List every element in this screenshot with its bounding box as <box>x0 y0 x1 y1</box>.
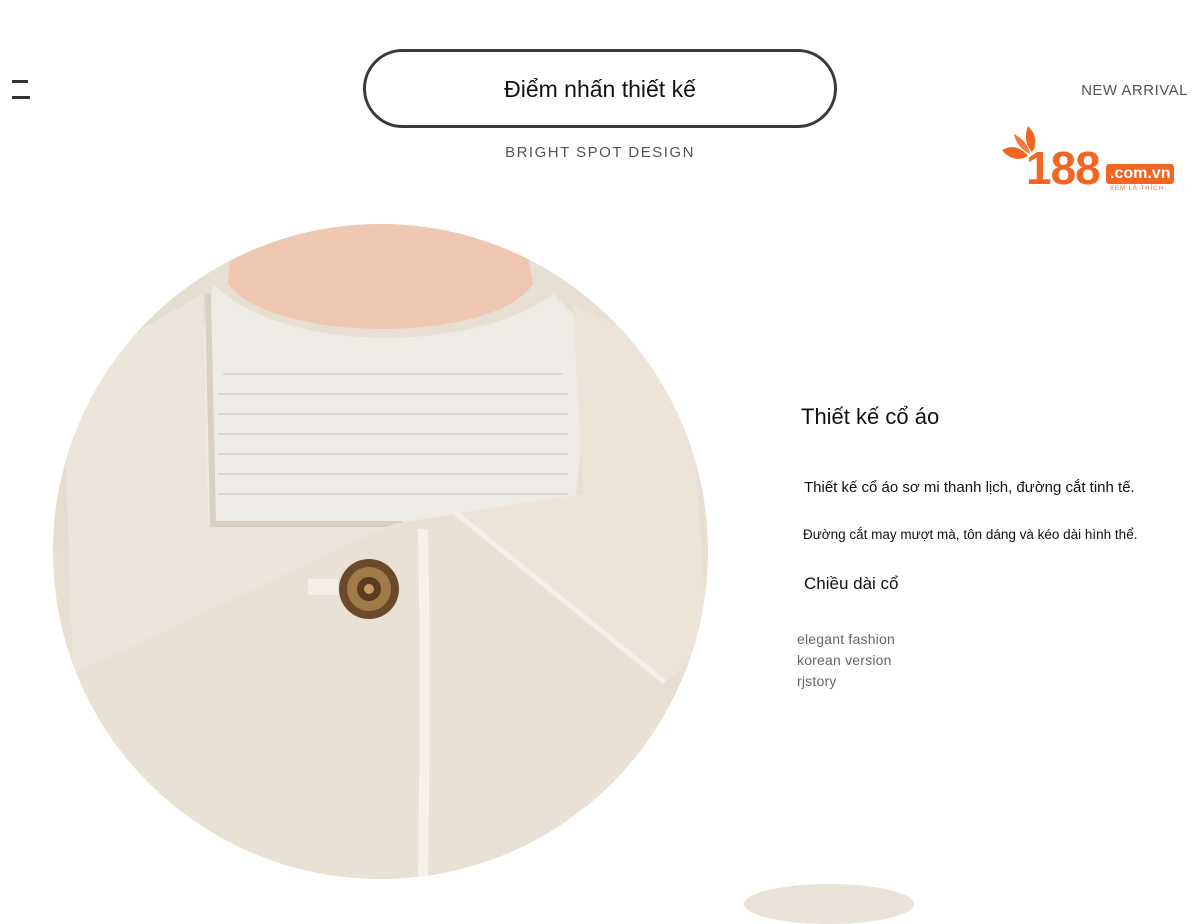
section-title-pill: Điểm nhấn thiết kế <box>363 49 837 128</box>
brand-logo: 188 .com.vn XEM LÀ THÍCH <box>998 122 1184 198</box>
english-line: korean version <box>797 652 892 668</box>
next-photo-edge <box>744 884 914 924</box>
english-line: elegant fashion <box>797 631 895 647</box>
english-line: rjstory <box>797 673 837 689</box>
feature-description-2: Đường cắt may mượt mà, tôn dáng và kéo d… <box>803 527 1138 542</box>
logo-tagline: XEM LÀ THÍCH <box>1110 186 1164 192</box>
logo-number: 188 <box>1026 142 1101 194</box>
english-tagline: elegant fashion korean version rjstory <box>797 629 895 692</box>
section-title: Điểm nhấn thiết kế <box>504 75 696 102</box>
collar-closeup-photo <box>53 224 708 879</box>
new-arrival-label: NEW ARRIVAL <box>1081 82 1188 99</box>
feature-heading: Thiết kế cổ áo <box>801 404 940 429</box>
feature-description-1: Thiết kế cổ áo sơ mi thanh lịch, đường c… <box>804 479 1135 496</box>
collar-length-label: Chiều dài cổ <box>804 574 899 593</box>
logo-domain: .com.vn <box>1106 164 1175 184</box>
menu-icon[interactable] <box>12 80 30 102</box>
